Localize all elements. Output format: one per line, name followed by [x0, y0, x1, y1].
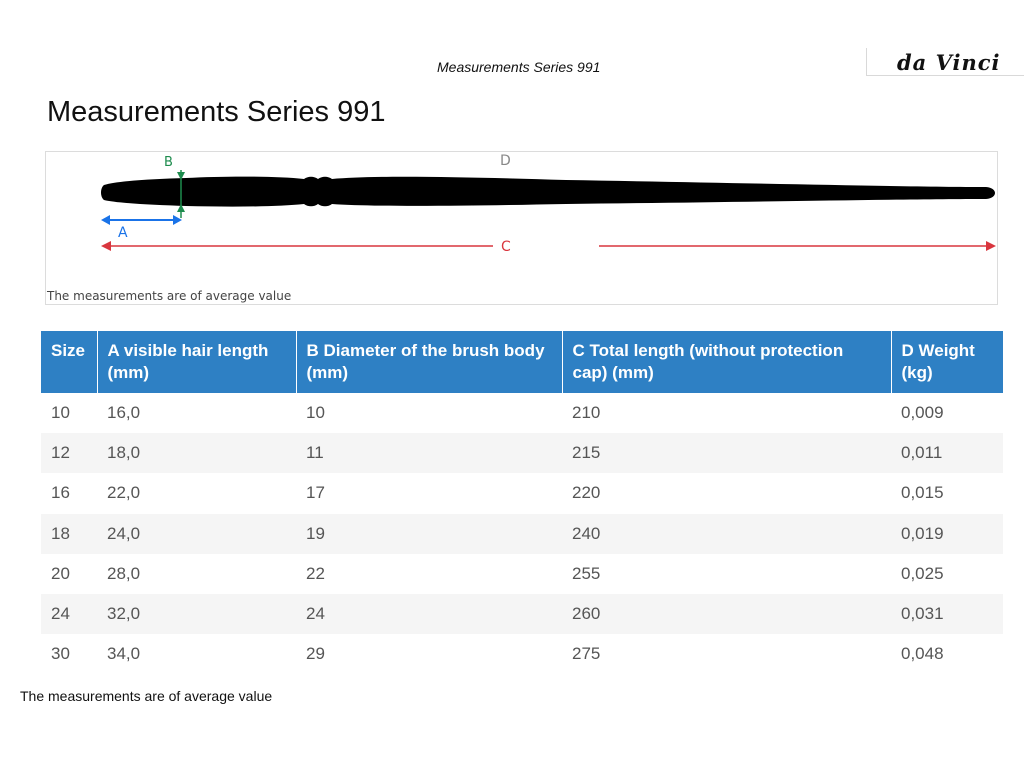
brush-diagram-svg: B A C D	[101, 153, 996, 255]
cell-total-length: 260	[562, 593, 891, 635]
table-row: 12 18,0 11 215 0,011	[41, 433, 1003, 474]
cell-size: 18	[41, 513, 97, 554]
cell-diameter: 22	[306, 563, 325, 583]
brand-logo: da Vinci	[866, 48, 1024, 76]
cell-total-length: 210	[572, 403, 601, 423]
label-c: C	[501, 239, 511, 255]
table-row: 16 22,0 17 220 0,015	[41, 473, 1003, 513]
cell-diameter: 11	[296, 433, 562, 474]
label-d: D	[500, 153, 511, 169]
diagram-note: The measurements are of average value	[47, 289, 292, 303]
measurements-table: Size A visible hair length (mm) B Diamet…	[41, 331, 1003, 674]
cell-weight: 0,019	[891, 513, 1003, 554]
arrow-c	[101, 241, 996, 251]
cell-diameter: 10	[306, 403, 325, 423]
cell-hair-length: 34,0	[107, 644, 141, 664]
cell-diameter: 17	[306, 483, 325, 503]
table-row: 18 24,0 19 240 0,019	[41, 513, 1003, 554]
cell-size: 30	[51, 644, 70, 664]
measurements-table-container: Size A visible hair length (mm) B Diamet…	[41, 331, 1003, 674]
cell-weight: 0,025	[901, 563, 944, 583]
cell-hair-length: 22,0	[107, 483, 141, 503]
arrow-a	[101, 215, 182, 225]
cell-total-length: 220	[572, 483, 601, 503]
label-b: B	[164, 155, 173, 170]
column-header-diameter: B Diameter of the brush body (mm)	[296, 331, 563, 393]
cell-hair-length: 32,0	[97, 593, 296, 635]
cell-weight: 0,009	[901, 403, 944, 423]
cell-total-length: 255	[572, 563, 601, 583]
table-header-row: Size A visible hair length (mm) B Diamet…	[41, 331, 1003, 393]
cell-hair-length: 24,0	[97, 513, 296, 554]
column-header-total-length: C Total length (without protection cap) …	[562, 331, 892, 393]
header-title: Measurements Series 991	[437, 59, 601, 75]
column-header-weight: D Weight (kg)	[891, 331, 1003, 393]
label-a: A	[118, 225, 128, 241]
page-title: Measurements Series 991	[47, 96, 386, 128]
cell-diameter: 24	[296, 593, 562, 635]
cell-weight: 0,031	[891, 593, 1003, 635]
column-header-size: Size	[41, 331, 98, 393]
brush-measurement-diagram: B A C D The measurements are of average …	[45, 151, 998, 305]
cell-hair-length: 28,0	[107, 563, 141, 583]
table-row: 24 32,0 24 260 0,031	[41, 593, 1003, 635]
logo-text: da Vinci	[897, 50, 1001, 75]
cell-total-length: 215	[562, 433, 891, 474]
cell-diameter: 19	[296, 513, 562, 554]
cell-size: 16	[51, 483, 70, 503]
cell-hair-length: 16,0	[107, 403, 141, 423]
cell-size: 10	[51, 403, 70, 423]
brush-silhouette	[101, 176, 995, 207]
cell-diameter: 29	[306, 644, 325, 664]
cell-size: 24	[41, 593, 97, 635]
table-row: 30 34,0 29 275 0,048	[41, 634, 1003, 674]
cell-weight: 0,011	[891, 433, 1003, 474]
cell-hair-length: 18,0	[97, 433, 296, 474]
table-row: 10 16,0 10 210 0,009	[41, 393, 1003, 433]
cell-total-length: 275	[572, 644, 601, 664]
cell-weight: 0,048	[901, 644, 944, 664]
column-header-hair-length: A visible hair length (mm)	[97, 331, 297, 393]
cell-size: 12	[41, 433, 97, 474]
cell-size: 20	[51, 563, 70, 583]
cell-weight: 0,015	[901, 483, 944, 503]
cell-total-length: 240	[562, 513, 891, 554]
table-row: 20 28,0 22 255 0,025	[41, 554, 1003, 594]
footer-note: The measurements are of average value	[20, 688, 273, 704]
